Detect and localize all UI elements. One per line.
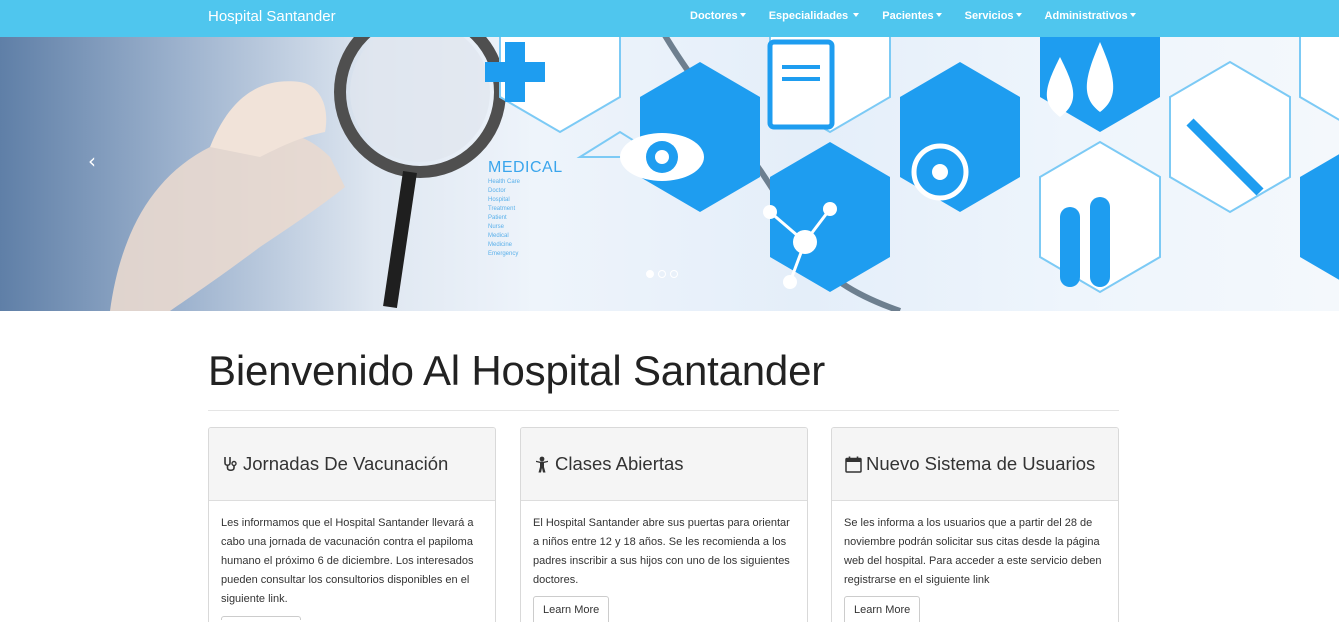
caret-down-icon xyxy=(935,13,942,17)
nav-item-pacientes[interactable]: Pacientes xyxy=(882,10,942,22)
carousel-indicator-1[interactable] xyxy=(646,270,654,278)
svg-text:Patient: Patient xyxy=(488,215,507,221)
navbar: Hospital Santander Doctores Especialidad… xyxy=(0,0,1339,37)
nav-label: Especialidades xyxy=(768,10,849,22)
panel-text: Se les informa a los usuarios que a part… xyxy=(844,517,1102,586)
carousel-indicator-2[interactable] xyxy=(658,270,666,278)
caret-down-icon xyxy=(1015,13,1022,17)
divider xyxy=(208,410,1119,411)
caret-down-icon xyxy=(739,13,746,17)
page-title: Bienvenido Al Hospital Santander xyxy=(208,347,826,394)
svg-text:Medicine: Medicine xyxy=(488,242,513,248)
nav-item-servicios[interactable]: Servicios xyxy=(965,10,1022,22)
nav-item-doctores[interactable]: Doctores xyxy=(690,10,746,22)
svg-text:Medical: Medical xyxy=(488,233,509,239)
hero-carousel: Health Care Doctor Hospital Treatment Pa… xyxy=(0,37,1339,311)
panel-body: Les informamos que el Hospital Santander… xyxy=(221,517,474,605)
svg-text:Doctor: Doctor xyxy=(488,188,506,194)
svg-text:Hospital: Hospital xyxy=(488,197,510,203)
panel-title: Jornadas De Vacunación xyxy=(243,453,449,474)
panel-text: El Hospital Santander abre sus puertas p… xyxy=(533,517,790,586)
nav-item-especialidades[interactable]: Especialidades xyxy=(769,10,860,22)
svg-text:Treatment: Treatment xyxy=(488,206,515,212)
carousel-prev-icon[interactable]: ‹ xyxy=(88,149,96,173)
nav-label: Servicios xyxy=(964,10,1014,22)
nav-menu: Doctores Especialidades Pacientes Servic… xyxy=(690,10,1159,22)
nav-label: Doctores xyxy=(690,10,738,22)
carousel-indicator-3[interactable] xyxy=(670,270,678,278)
child-icon xyxy=(533,455,551,473)
brand-link[interactable]: Hospital Santander xyxy=(208,8,336,25)
learn-more-button[interactable]: Learn More xyxy=(533,596,610,622)
panel-body: Se les informa a los usuarios que a part… xyxy=(832,501,1118,622)
svg-text:Health Care: Health Care xyxy=(488,179,521,185)
medical-label: MEDICAL xyxy=(488,159,563,176)
calendar-icon xyxy=(844,455,862,473)
panel-heading: Clases Abiertas xyxy=(521,428,807,501)
nav-label: Pacientes xyxy=(882,10,934,22)
learn-more-button-partial[interactable] xyxy=(221,616,301,620)
panel-usuarios: Nuevo Sistema de Usuarios Se les informa… xyxy=(831,427,1119,622)
caret-down-icon xyxy=(1129,13,1136,17)
panel-body: El Hospital Santander abre sus puertas p… xyxy=(521,501,807,622)
panel-heading: Jornadas De Vacunación xyxy=(209,428,495,501)
learn-more-button[interactable]: Learn More xyxy=(844,596,921,622)
stethoscope-icon xyxy=(221,455,239,473)
nav-item-administrativos[interactable]: Administrativos xyxy=(1045,10,1136,22)
svg-text:Nurse: Nurse xyxy=(488,224,505,230)
nav-label: Administrativos xyxy=(1044,10,1128,22)
carousel-indicators xyxy=(646,270,678,278)
panel-heading: Nuevo Sistema de Usuarios xyxy=(832,428,1118,501)
svg-text:Emergency: Emergency xyxy=(488,251,518,257)
panel-vacunacion: Jornadas De Vacunación Les informamos qu… xyxy=(208,427,496,622)
panel-clases: Clases Abiertas El Hospital Santander ab… xyxy=(520,427,808,622)
panel-title: Nuevo Sistema de Usuarios xyxy=(866,453,1096,474)
panel-title: Clases Abiertas xyxy=(555,453,684,474)
caret-down-icon xyxy=(853,13,860,17)
